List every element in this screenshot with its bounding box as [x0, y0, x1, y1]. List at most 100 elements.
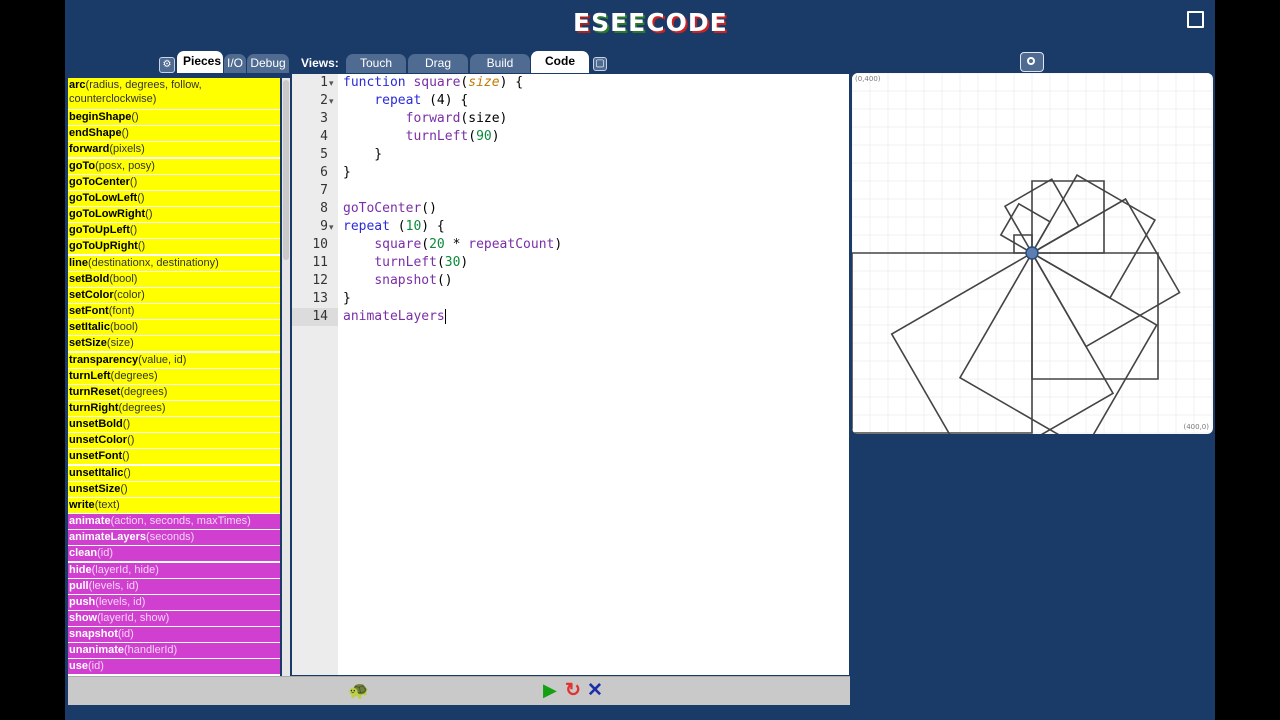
code-line[interactable]: }	[343, 146, 382, 164]
fold-arrow-icon[interactable]: ▾	[329, 222, 334, 233]
piece-unsetSize[interactable]: unsetSize()	[68, 481, 280, 497]
piece-write[interactable]: write(text)	[68, 497, 280, 513]
view-tab-drag[interactable]: Drag	[408, 54, 468, 73]
piece-setFont[interactable]: setFont(font)	[68, 304, 280, 320]
piece-unsetFont[interactable]: unsetFont()	[68, 449, 280, 465]
code-line[interactable]: animateLayers	[343, 308, 446, 326]
canvas-top-left-coordinate: (0,400)	[855, 75, 881, 83]
view-tab-code[interactable]: Code	[531, 51, 589, 73]
piece-animateLayers[interactable]: animateLayers(seconds)	[68, 530, 280, 546]
piece-setColor[interactable]: setColor(color)	[68, 287, 280, 303]
logo-letter: S	[591, 8, 610, 37]
piece-turnRight[interactable]: turnRight(degrees)	[68, 400, 280, 416]
code-line[interactable]: forward(size)	[343, 110, 508, 128]
views-label: Views:	[301, 56, 339, 70]
piece-arc[interactable]: arc(radius, degrees, follow, countercloc…	[68, 78, 280, 109]
piece-unsetBold[interactable]: unsetBold()	[68, 417, 280, 433]
piece-setItalic[interactable]: setItalic(bool)	[68, 320, 280, 336]
piece-name: arc	[69, 79, 86, 91]
piece-line[interactable]: line(destinationx, destinationy)	[68, 255, 280, 271]
piece-pull[interactable]: pull(levels, id)	[68, 578, 280, 594]
line-number: 10	[312, 237, 328, 252]
piece-unsetItalic[interactable]: unsetItalic()	[68, 465, 280, 481]
piece-clean[interactable]: clean(id)	[68, 546, 280, 562]
piece-forward[interactable]: forward(pixels)	[68, 142, 280, 158]
line-number-gutter: 1 ▾ 2 ▾ 3 4 5 6 7 8 9 ▾ 10 11 12 13 14	[292, 74, 338, 675]
piece-push[interactable]: push(levels, id)	[68, 594, 280, 610]
piece-goToUpRight[interactable]: goToUpRight()	[68, 239, 280, 255]
piece-goToCenter[interactable]: goToCenter()	[68, 174, 280, 190]
code-line[interactable]: turnLeft(90)	[343, 128, 500, 146]
piece-show[interactable]: show(layerId, show)	[68, 611, 280, 626]
code-editor[interactable]: 1 ▾ 2 ▾ 3 4 5 6 7 8 9 ▾ 10 11 12 13 14 function square(s…	[292, 74, 849, 675]
piece-goToLowLeft[interactable]: goToLowLeft()	[68, 190, 280, 206]
piece-goTo[interactable]: goTo(posx, posy)	[68, 158, 280, 174]
piece-unsetColor[interactable]: unsetColor()	[68, 433, 280, 449]
piece-transparency[interactable]: transparency(value, id)	[68, 352, 280, 368]
view-tab-build[interactable]: Build	[470, 54, 530, 73]
piece-params: (id)	[87, 660, 104, 673]
piece-name: endShape	[69, 127, 122, 140]
settings-gear-icon[interactable]: ⚙	[159, 57, 175, 73]
code-line[interactable]: square(20 * repeatCount)	[343, 236, 562, 254]
piece-params: (posx, posy)	[95, 159, 155, 172]
piece-hide[interactable]: hide(layerId, hide)	[68, 562, 280, 578]
piece-params: (levels, id)	[88, 579, 139, 592]
piece-name: goTo	[69, 159, 96, 172]
piece-params: ()	[122, 450, 130, 463]
line-number: 12	[312, 273, 328, 288]
code-line[interactable]: }	[343, 164, 351, 182]
tab-io[interactable]: I/O	[224, 54, 246, 73]
piece-params: (degrees)	[110, 369, 158, 382]
stop-icon[interactable]: ✕	[587, 679, 603, 702]
piece-endShape[interactable]: endShape()	[68, 126, 280, 142]
line-number: 4	[320, 129, 328, 144]
code-line[interactable]: }	[343, 290, 351, 308]
piece-params: (degrees)	[120, 385, 168, 398]
piece-goToUpLeft[interactable]: goToUpLeft()	[68, 223, 280, 239]
piece-name: goToCenter	[69, 175, 130, 188]
piece-setBold[interactable]: setBold(bool)	[68, 271, 280, 287]
line-number: 6	[320, 165, 328, 180]
piece-snapshot[interactable]: snapshot(id)	[68, 627, 280, 643]
logo-letter: O	[665, 8, 687, 37]
piece-turnReset[interactable]: turnReset(degrees)	[68, 384, 280, 400]
code-line[interactable]: snapshot()	[343, 272, 452, 290]
piece-unanimate[interactable]: unanimate(handlerId)	[68, 643, 280, 659]
pieces-scrollbar-thumb[interactable]	[283, 80, 289, 260]
piece-name: turnReset	[69, 385, 121, 398]
piece-beginShape[interactable]: beginShape()	[68, 110, 280, 126]
reset-icon[interactable]: ↻	[565, 679, 581, 702]
piece-animate[interactable]: animate(action, seconds, maxTimes)	[68, 514, 280, 530]
tab-debug[interactable]: Debug	[247, 54, 289, 73]
piece-use[interactable]: use(id)	[68, 659, 280, 675]
code-line[interactable]: function square(size) {	[343, 74, 523, 92]
view-tab-touch[interactable]: Touch	[346, 54, 406, 73]
code-line[interactable]: turnLeft(30)	[343, 254, 468, 272]
tab-pieces[interactable]: Pieces	[177, 51, 223, 73]
piece-turnLeft[interactable]: turnLeft(degrees)	[68, 368, 280, 384]
piece-goToLowRight[interactable]: goToLowRight()	[68, 207, 280, 223]
turtle-icon[interactable]: 🐢	[348, 681, 369, 701]
piece-name: setSize	[69, 337, 107, 350]
run-play-icon[interactable]: ▶	[543, 680, 557, 701]
piece-params: (id)	[97, 547, 114, 560]
piece-name: animateLayers	[69, 531, 147, 544]
piece-name: write	[69, 498, 95, 511]
piece-params: (bool)	[109, 272, 138, 285]
piece-params: ()	[137, 191, 145, 204]
fold-arrow-icon[interactable]: ▾	[329, 96, 334, 107]
code-line[interactable]: repeat (10) {	[343, 218, 445, 236]
camera-icon[interactable]	[1020, 52, 1044, 72]
fold-arrow-icon[interactable]: ▾	[329, 78, 334, 89]
piece-name: transparency	[69, 353, 139, 366]
drawing-canvas[interactable]: (0,400) (400,0)	[852, 73, 1213, 434]
pieces-scrollbar[interactable]	[282, 78, 290, 676]
code-line[interactable]: goToCenter()	[343, 200, 437, 218]
view-options-icon[interactable]: ▢	[593, 57, 607, 71]
piece-setSize[interactable]: setSize(size)	[68, 336, 280, 352]
fullscreen-button[interactable]	[1187, 11, 1204, 28]
piece-params: ()	[127, 434, 135, 447]
code-line[interactable]: repeat (4) {	[343, 92, 468, 110]
piece-name: unsetFont	[69, 450, 123, 463]
